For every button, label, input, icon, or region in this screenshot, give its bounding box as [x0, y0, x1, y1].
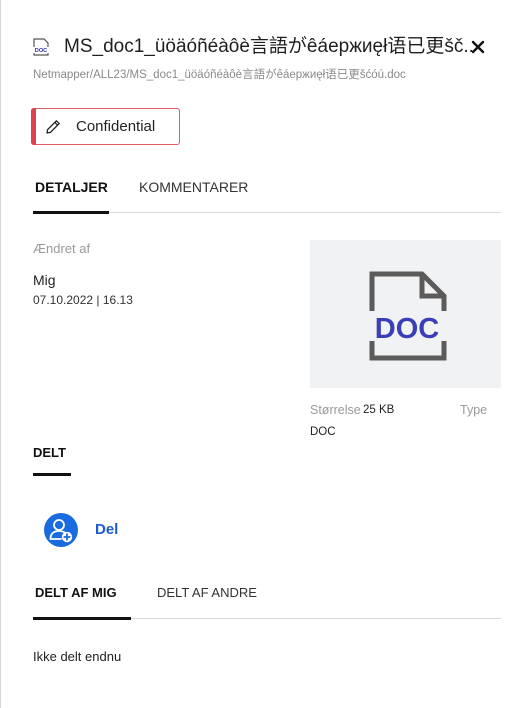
shared-tabs: DELT AF MIG DELT AF ANDRE — [33, 582, 501, 620]
panel-header: DOC MS_doc1_üöäóñéàôè言語がêáеpжиęł语已更šč...… — [33, 30, 503, 90]
type-value: DOC — [310, 426, 336, 438]
tag-color-bar — [31, 108, 36, 145]
size-label: Størrelse — [310, 403, 361, 417]
tag-label: Confidential — [76, 118, 156, 135]
details-tabs: DETALJER KOMMENTARER — [33, 178, 501, 214]
active-tab-underline — [33, 211, 109, 214]
share-button-circle — [44, 513, 78, 547]
share-button-label: Del — [95, 521, 119, 538]
file-preview: DOC — [310, 240, 501, 388]
file-details-panel: DOC MS_doc1_üöäóñéàôè言語がêáеpжиęł语已更šč...… — [0, 0, 529, 708]
tab-kommentarer[interactable]: KOMMENTARER — [139, 178, 248, 196]
modified-by-value: Mig — [33, 272, 56, 288]
file-path: Netmapper/ALL23/MS_doc1_üöäóñéàôè言語がêáеp… — [33, 69, 406, 81]
doc-preview-label: DOC — [375, 313, 440, 345]
doc-preview-icon: DOC — [366, 271, 448, 361]
size-value: 25 KB — [363, 404, 395, 416]
classification-tag[interactable]: Confidential — [31, 108, 180, 145]
file-title: MS_doc1_üöäóñéàôè言語がêáеpжиęł语已更šč... — [64, 36, 474, 57]
file-icon-text: DOC — [35, 48, 47, 54]
shared-active-tab-underline — [33, 617, 131, 620]
modified-date: 07.10.2022 | 16.13 — [33, 293, 133, 307]
tab-delt-af-mig[interactable]: DELT AF MIG — [35, 584, 117, 602]
shared-heading: DELT — [33, 445, 66, 460]
add-user-icon — [49, 519, 73, 543]
tab-delt-af-andre[interactable]: DELT AF ANDRE — [157, 584, 257, 602]
pencil-icon — [46, 120, 60, 134]
modified-by-label: Ændret af — [33, 241, 91, 256]
doc-file-icon: DOC — [33, 38, 49, 56]
shared-heading-underline — [33, 473, 71, 476]
tab-detaljer[interactable]: DETALJER — [35, 178, 108, 196]
not-shared-message: Ikke delt endnu — [33, 649, 122, 664]
close-icon[interactable] — [469, 38, 487, 56]
share-button[interactable]: Del — [44, 513, 134, 547]
type-label: Type — [460, 403, 488, 417]
